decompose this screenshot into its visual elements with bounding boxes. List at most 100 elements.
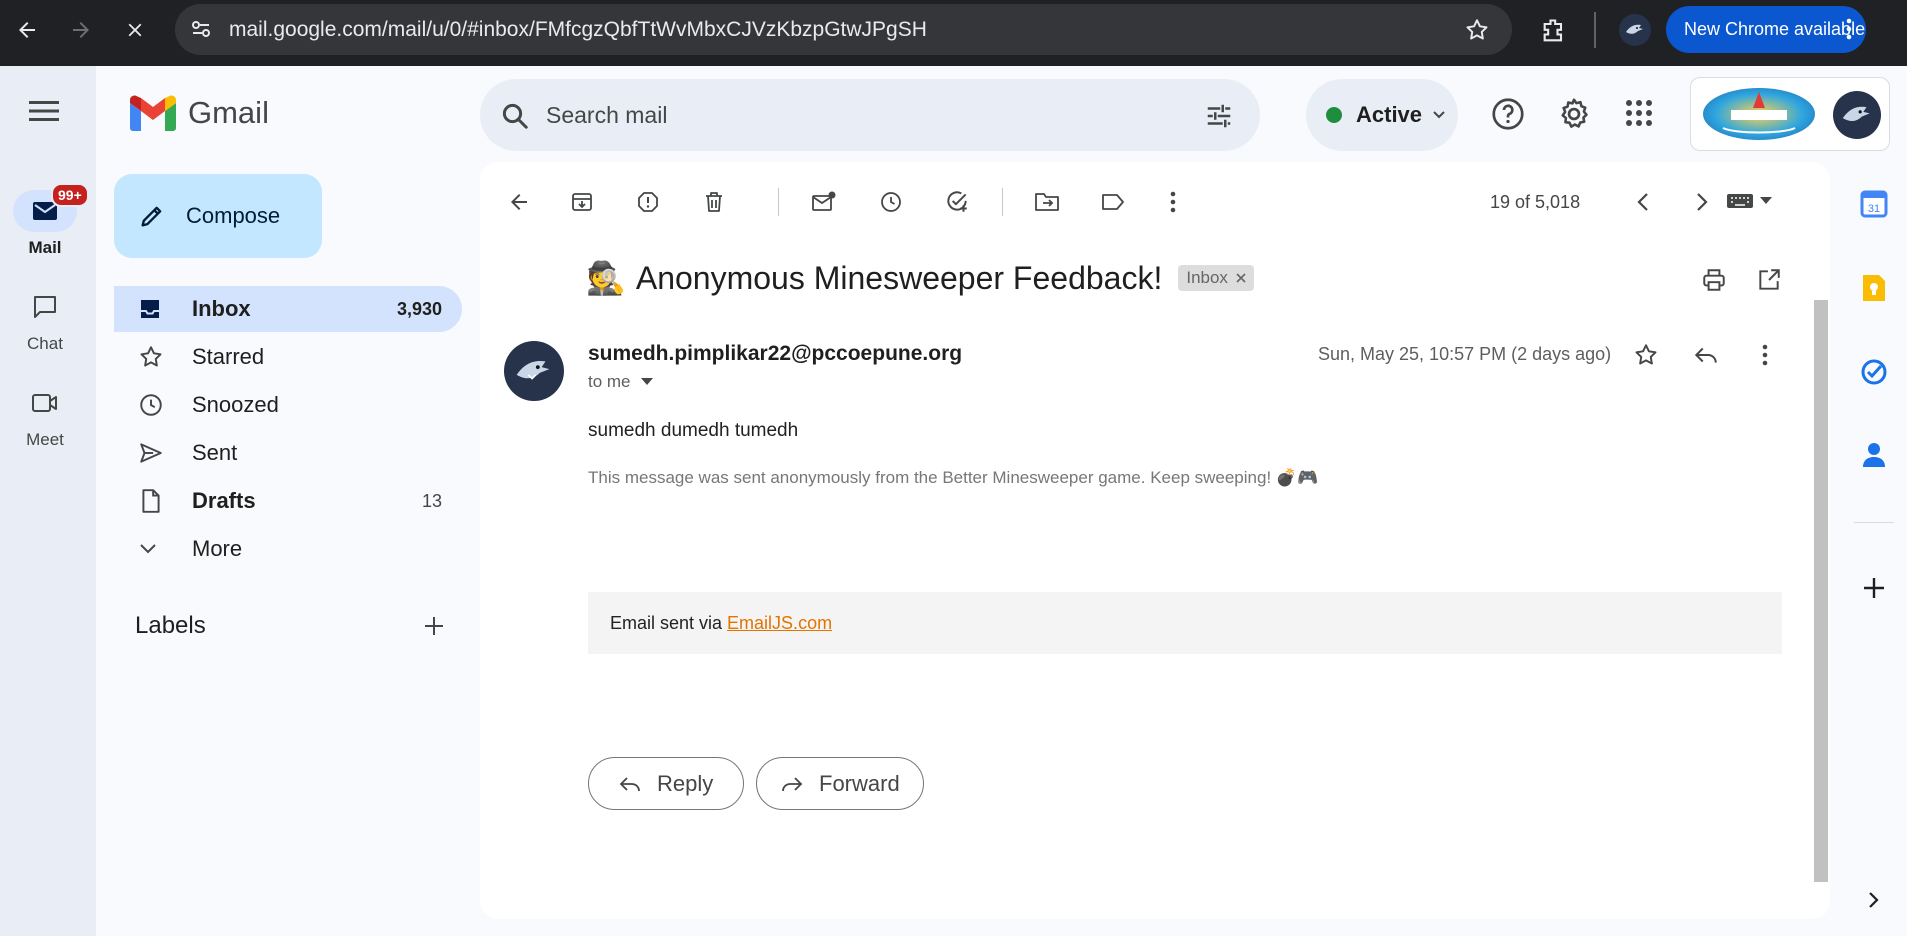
active-dot xyxy=(1326,107,1342,123)
move-to-icon[interactable] xyxy=(1028,184,1066,220)
settings-gear-icon[interactable] xyxy=(1556,96,1592,132)
search-icon[interactable] xyxy=(500,101,530,131)
status-selector[interactable]: Active xyxy=(1306,79,1458,151)
forward-button[interactable]: Forward xyxy=(756,757,924,810)
reply-label: Reply xyxy=(657,770,714,796)
reply-icon[interactable] xyxy=(1693,342,1719,368)
rail-meet-label: Meet xyxy=(26,430,64,449)
gmail-logo[interactable]: Gmail xyxy=(130,95,269,131)
scrollbar-thumb[interactable] xyxy=(1814,300,1828,882)
footer-prefix: Email sent via xyxy=(610,612,728,633)
calendar-icon[interactable]: 31 xyxy=(1852,182,1896,226)
dropdown-arrow-icon xyxy=(640,378,653,386)
sidebar-item-drafts[interactable]: Drafts 13 xyxy=(114,478,462,524)
sidebar-item-count: 13 xyxy=(421,490,442,511)
more-actions-icon[interactable] xyxy=(1154,184,1192,220)
bookmark-star-icon[interactable] xyxy=(1464,17,1490,43)
main-menu-icon[interactable] xyxy=(29,100,59,122)
sidebar-item-snoozed[interactable]: Snoozed xyxy=(114,382,462,428)
keyboard-icon xyxy=(1726,192,1754,210)
rail-meet[interactable]: Meet xyxy=(0,382,90,450)
star-icon xyxy=(138,344,178,370)
search-bar[interactable]: Search mail xyxy=(480,79,1260,151)
input-tools-button[interactable] xyxy=(1726,192,1772,210)
sidebar-item-label: Sent xyxy=(192,440,238,465)
message-more-icon[interactable] xyxy=(1762,344,1768,366)
star-message-icon[interactable] xyxy=(1633,342,1659,368)
app-rail: 99+ Mail Chat Meet xyxy=(0,66,96,936)
help-icon[interactable] xyxy=(1490,96,1526,132)
chevron-down-icon xyxy=(138,542,178,556)
forward-icon[interactable] xyxy=(66,13,96,47)
newer-chevron-icon[interactable] xyxy=(1624,184,1662,220)
chevron-down-icon xyxy=(1432,110,1446,120)
reply-icon xyxy=(617,773,643,795)
search-options-icon[interactable] xyxy=(1204,101,1234,131)
archive-icon[interactable] xyxy=(563,184,601,220)
subject-row: 🕵️ Anonymous Minesweeper Feedback! Inbox xyxy=(586,259,1254,297)
recipient-label: to me xyxy=(588,372,631,391)
sidebar-item-count: 3,930 xyxy=(396,298,442,319)
pagination-text: 19 of 5,018 xyxy=(1490,192,1581,212)
browser-toolbar: mail.google.com/mail/u/0/#inbox/FMfcgzQb… xyxy=(0,0,1907,66)
toolbar-divider xyxy=(1002,188,1003,216)
message-view: 19 of 5,018 🕵️ Anonymous Minesweeper Fee… xyxy=(480,162,1830,919)
open-in-new-window-icon[interactable] xyxy=(1756,267,1782,293)
dropdown-arrow-icon xyxy=(1760,197,1772,205)
google-apps-icon[interactable] xyxy=(1624,98,1654,128)
report-spam-icon[interactable] xyxy=(629,184,667,220)
reply-button[interactable]: Reply xyxy=(588,757,744,810)
contacts-icon[interactable] xyxy=(1852,432,1896,476)
stop-loading-icon[interactable] xyxy=(120,13,150,47)
message-note: This message was sent anonymously from t… xyxy=(588,468,1319,487)
side-panel: 31 xyxy=(1842,66,1907,936)
search-input[interactable]: Search mail xyxy=(546,102,667,129)
profile-avatar[interactable] xyxy=(1619,14,1651,46)
draft-file-icon xyxy=(138,488,178,514)
email-footer-box: Email sent via EmailJS.com xyxy=(588,592,1782,654)
snooze-clock-icon[interactable] xyxy=(872,184,910,220)
add-to-tasks-icon[interactable] xyxy=(938,184,976,220)
mark-unread-icon[interactable] xyxy=(805,184,843,220)
compose-button[interactable]: Compose xyxy=(114,174,322,258)
rail-chat[interactable]: Chat xyxy=(0,286,90,354)
sidebar-item-label: Starred xyxy=(192,344,265,369)
sidebar-item-more[interactable]: More xyxy=(114,526,462,572)
labels-heading: Labels xyxy=(135,612,206,639)
extensions-icon[interactable] xyxy=(1540,17,1568,45)
print-icon[interactable] xyxy=(1700,267,1728,293)
keep-icon[interactable] xyxy=(1852,266,1896,310)
older-chevron-icon[interactable] xyxy=(1683,184,1721,220)
sender-avatar[interactable] xyxy=(504,341,564,401)
sidebar-item-sent[interactable]: Sent xyxy=(114,430,462,476)
address-bar[interactable]: mail.google.com/mail/u/0/#inbox/FMfcgzQb… xyxy=(175,4,1512,55)
gmail-wordmark: Gmail xyxy=(188,95,269,130)
message-subject: Anonymous Minesweeper Feedback! xyxy=(635,259,1163,296)
send-icon xyxy=(138,440,178,466)
label-tag-icon[interactable] xyxy=(1094,184,1132,220)
show-side-panel-chevron-icon[interactable] xyxy=(1852,878,1896,922)
delete-icon[interactable] xyxy=(695,184,733,220)
back-icon[interactable] xyxy=(12,13,42,47)
compose-label: Compose xyxy=(186,203,281,228)
new-chrome-available-button[interactable]: New Chrome available xyxy=(1666,6,1866,53)
sender-email[interactable]: sumedh.pimplikar22@pccoepune.org xyxy=(588,342,962,366)
sidebar-item-starred[interactable]: Starred xyxy=(114,334,462,380)
recipient-details[interactable]: to me xyxy=(588,372,653,392)
message-date: Sun, May 25, 10:57 PM (2 days ago) xyxy=(1318,344,1612,364)
tasks-icon[interactable] xyxy=(1852,350,1896,394)
emailjs-link[interactable]: EmailJS.com xyxy=(727,613,832,634)
get-addons-plus-icon[interactable] xyxy=(1852,566,1896,610)
panel-divider xyxy=(1854,522,1894,523)
organization-logo xyxy=(1703,88,1815,140)
sidebar-item-label: Drafts xyxy=(192,488,256,513)
rail-mail[interactable]: 99+ Mail xyxy=(0,183,90,258)
rail-mail-label: Mail xyxy=(28,238,62,257)
forward-arrow-icon xyxy=(779,773,805,795)
add-label-icon[interactable] xyxy=(422,614,446,638)
inbox-tag: Inbox xyxy=(1178,265,1254,291)
back-to-inbox-icon[interactable] xyxy=(500,184,538,220)
site-settings-icon[interactable] xyxy=(189,17,213,41)
sidebar-item-inbox[interactable]: Inbox 3,930 xyxy=(114,286,462,332)
remove-label-icon[interactable] xyxy=(1236,273,1246,283)
